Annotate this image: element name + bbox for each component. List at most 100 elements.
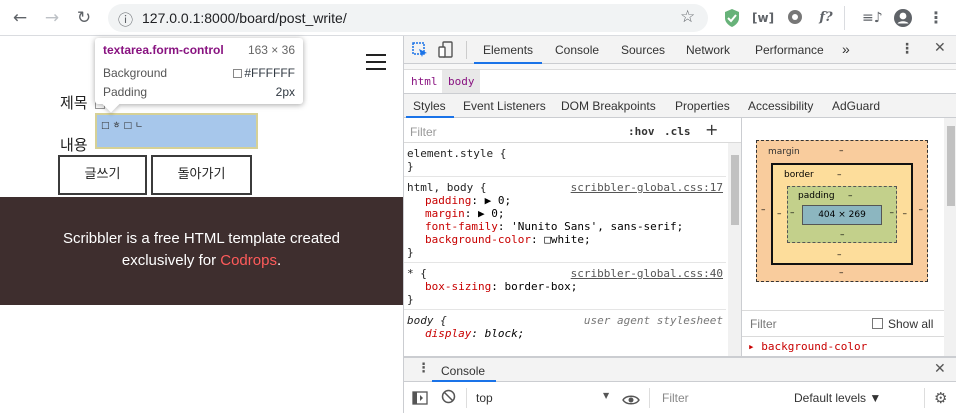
padding-bottom-value: – xyxy=(840,230,845,240)
reload-icon[interactable]: ↻ xyxy=(72,6,96,30)
toolbar-divider xyxy=(844,6,845,30)
tab-console[interactable]: Console xyxy=(555,43,599,57)
url-text[interactable]: 127.0.0.1:8000/board/post_write/ xyxy=(142,10,347,26)
console-settings-gear-icon[interactable]: ⚙ xyxy=(934,389,947,407)
computed-scrollbar[interactable] xyxy=(944,118,956,356)
rule-property[interactable]: background-color: □white; xyxy=(407,233,722,246)
computed-background-color[interactable]: ▸ background-color xyxy=(748,340,867,353)
show-all-checkbox[interactable] xyxy=(872,318,883,329)
breadcrumb-body[interactable]: body xyxy=(442,70,480,93)
fquestion-extension-icon[interactable]: f? xyxy=(816,8,836,28)
devtools-menu-icon[interactable]: ⋮ xyxy=(900,41,914,57)
info-icon[interactable]: ⓘ xyxy=(118,9,133,30)
tab-elements[interactable]: Elements xyxy=(483,43,533,57)
console-filter-input[interactable]: Filter xyxy=(662,391,689,405)
content-textarea[interactable]: □ ㅎ □ ㄴ xyxy=(95,113,258,149)
border-top-value: – xyxy=(837,170,842,180)
rule-source-link[interactable]: scribbler-global.css:17 xyxy=(571,181,723,194)
close-drawer-icon[interactable]: ✕ xyxy=(934,361,946,377)
prop-value: □white; xyxy=(544,233,591,246)
border-left-value: – xyxy=(777,209,782,219)
queue-icon[interactable]: ≡♪ xyxy=(862,8,883,28)
prop-name: font-family xyxy=(425,220,498,233)
styles-scrollbar-thumb[interactable] xyxy=(731,155,739,225)
avatar-icon[interactable] xyxy=(893,8,913,28)
styles-scrollbar[interactable] xyxy=(728,143,741,356)
browser-menu-icon[interactable]: ⋮ xyxy=(926,8,946,28)
toolbar-divider xyxy=(466,388,467,408)
web-extension-icon[interactable]: [w] xyxy=(752,8,774,28)
margin-right-value: – xyxy=(918,205,924,215)
close-devtools-icon[interactable]: ✕ xyxy=(934,40,946,56)
rule-property[interactable]: margin: ▶ 0; xyxy=(407,207,722,220)
footer-line-2: exclusively for Codrops. xyxy=(0,250,403,272)
padding-top-value: – xyxy=(848,191,853,201)
context-selector[interactable]: top xyxy=(476,391,493,405)
style-rules: element.style { } html, body { scribbler… xyxy=(404,143,726,343)
style-rule: html, body { scribbler-global.css:17 pad… xyxy=(404,177,726,263)
write-button[interactable]: 글쓰기 xyxy=(58,155,147,195)
computed-filter-input[interactable]: Filter xyxy=(750,317,777,331)
prop-value: 'Nunito Sans', sans-serif; xyxy=(511,220,684,233)
drawer-menu-icon[interactable]: ⋮ xyxy=(417,361,430,376)
box-content: 404 × 269 xyxy=(802,205,882,225)
subtab-dom-breakpoints[interactable]: DOM Breakpoints xyxy=(561,99,656,113)
bookmark-star-icon[interactable]: ☆ xyxy=(680,7,695,27)
computed-scrollbar-thumb[interactable] xyxy=(947,126,955,206)
styles-filter-input[interactable]: Filter xyxy=(410,125,437,139)
prop-name: background-color xyxy=(425,233,531,246)
styles-subtabbar: Styles Event Listeners DOM Breakpoints P… xyxy=(404,94,956,118)
forward-icon[interactable]: → xyxy=(40,6,64,30)
codrops-link[interactable]: Codrops xyxy=(220,252,277,269)
subtab-accessibility[interactable]: Accessibility xyxy=(748,99,813,113)
gear-extension-icon[interactable] xyxy=(785,8,805,28)
rule-selector[interactable]: element.style { xyxy=(407,147,722,160)
content-label: 내용 xyxy=(60,136,88,154)
footer-text: exclusively for xyxy=(121,252,221,269)
border-right-value: – xyxy=(902,209,908,219)
sidebar-toggle-icon[interactable] xyxy=(412,390,428,409)
rule-property[interactable]: font-family: 'Nunito Sans', sans-serif; xyxy=(407,220,722,233)
back-button[interactable]: 돌아가기 xyxy=(151,155,252,195)
computed-divider xyxy=(742,310,944,311)
subtab-styles[interactable]: Styles xyxy=(413,99,446,113)
address-bar[interactable]: ⓘ 127.0.0.1:8000/board/post_write/ ☆ xyxy=(108,4,708,32)
tooltip-selector: textarea.form-control xyxy=(103,43,224,57)
padding-left-value: – xyxy=(790,208,795,218)
color-swatch-icon xyxy=(233,69,243,78)
prop-value: ▶ 0; xyxy=(478,207,505,220)
subtab-properties[interactable]: Properties xyxy=(675,99,730,113)
new-rule-icon[interactable]: + xyxy=(705,120,718,139)
cls-toggle[interactable]: .cls xyxy=(664,125,691,138)
padding-label: padding xyxy=(798,191,835,201)
tab-performance[interactable]: Performance xyxy=(755,43,824,57)
live-expression-icon[interactable] xyxy=(622,391,640,410)
hamburger-menu-icon[interactable] xyxy=(366,54,386,74)
hov-toggle[interactable]: :hov xyxy=(628,125,655,138)
drawer-tab-console[interactable]: Console xyxy=(441,364,485,378)
breadcrumb-html[interactable]: html xyxy=(411,75,438,88)
rule-property[interactable]: display: block; xyxy=(407,327,722,340)
tab-network[interactable]: Network xyxy=(686,43,730,57)
subtab-event-listeners[interactable]: Event Listeners xyxy=(463,99,546,113)
devtools-panel: Elements Console Sources Network Perform… xyxy=(403,36,956,413)
styles-pane: Filter :hov .cls + element.style { } htm… xyxy=(404,118,741,356)
rule-close: } xyxy=(407,246,414,259)
border-label: border xyxy=(784,170,814,180)
context-dropdown-icon[interactable]: ▼ xyxy=(603,391,609,400)
rule-property[interactable]: box-sizing: border-box; xyxy=(407,280,722,293)
inspect-element-icon[interactable] xyxy=(412,42,428,62)
subtab-adguard[interactable]: AdGuard xyxy=(832,99,880,113)
box-margin: margin – – – – border – – – – padding – … xyxy=(756,140,928,282)
rule-property[interactable]: padding: ▶ 0; xyxy=(407,194,722,207)
tab-sources[interactable]: Sources xyxy=(621,43,665,57)
clear-console-icon[interactable] xyxy=(441,389,456,408)
rule-source-link[interactable]: scribbler-global.css:40 xyxy=(571,267,723,280)
default-levels-dropdown[interactable]: Default levels ▼ xyxy=(794,391,881,405)
more-tabs-icon[interactable]: » xyxy=(842,41,850,57)
textarea-text: □ ㅎ □ ㄴ xyxy=(101,121,144,131)
adguard-shield-icon[interactable] xyxy=(722,8,742,28)
device-toolbar-icon[interactable] xyxy=(438,41,454,63)
back-icon[interactable]: ← xyxy=(8,6,32,30)
footer: Scribbler is a free HTML template create… xyxy=(0,197,403,305)
